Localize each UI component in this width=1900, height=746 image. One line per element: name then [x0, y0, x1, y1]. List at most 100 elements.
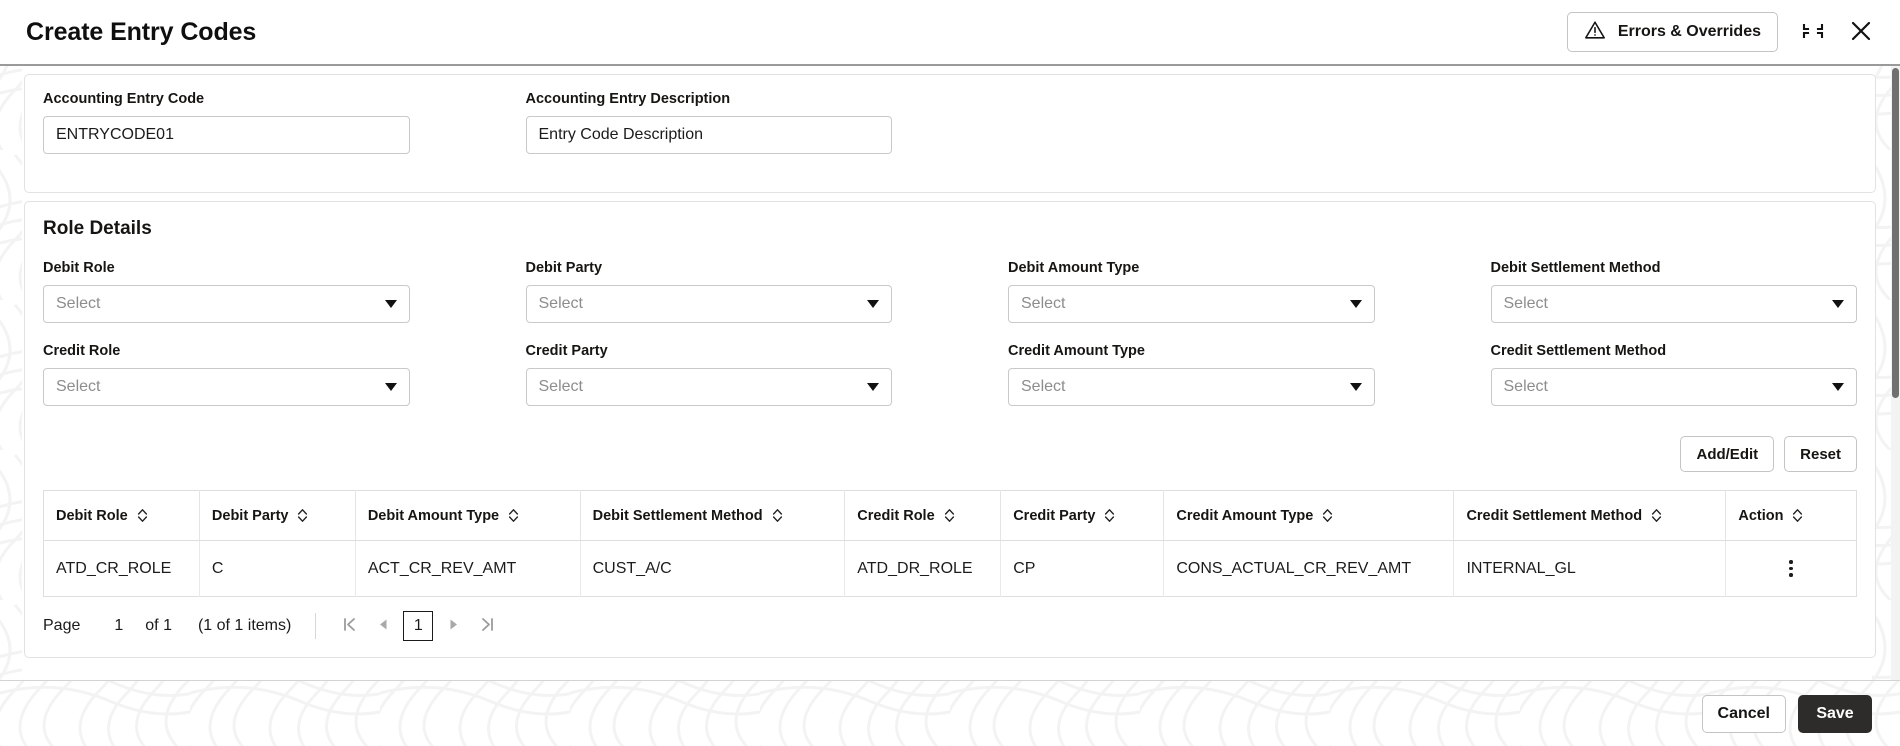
role-details-table-wrap: Debit Role Debit Party	[25, 490, 1875, 597]
next-page-button[interactable]	[436, 611, 470, 641]
sort-icon[interactable]	[1322, 508, 1333, 523]
cell-credit-party: CP	[1001, 541, 1164, 597]
save-button[interactable]: Save	[1798, 695, 1872, 733]
credit-party-select[interactable]: Select	[526, 368, 893, 406]
form-body: Accounting Entry Code ENTRYCODE01 Accoun…	[0, 66, 1900, 680]
cell-debit-amount-type: ACT_CR_REV_AMT	[355, 541, 580, 597]
chevron-down-icon	[385, 383, 397, 391]
debit-amount-type-value: Select	[1021, 295, 1065, 313]
chevron-down-icon	[867, 383, 879, 391]
column-label: Debit Role	[56, 508, 128, 524]
window-footer: Cancel Save	[0, 680, 1900, 746]
sort-icon[interactable]	[772, 508, 783, 523]
chevron-down-icon	[385, 300, 397, 308]
debit-role-select[interactable]: Select	[43, 285, 410, 323]
debit-settlement-method-field: Debit Settlement Method Select	[1491, 260, 1858, 323]
column-header-credit-amount-type[interactable]: Credit Amount Type	[1164, 491, 1454, 541]
debit-role-label: Debit Role	[43, 260, 410, 276]
vertical-scrollbar[interactable]	[1891, 66, 1900, 680]
collapse-icon	[1800, 18, 1826, 47]
current-page-button[interactable]: 1	[403, 611, 433, 641]
first-page-button[interactable]	[332, 611, 366, 641]
kebab-menu-icon[interactable]	[1782, 560, 1800, 577]
accounting-entry-description-field: Accounting Entry Description Entry Code …	[526, 91, 893, 154]
sort-icon[interactable]	[1651, 508, 1662, 523]
sort-icon[interactable]	[1104, 508, 1115, 523]
credit-party-label: Credit Party	[526, 343, 893, 359]
debit-party-field: Debit Party Select	[526, 260, 893, 323]
next-page-icon	[446, 617, 461, 635]
credit-amount-type-field: Credit Amount Type Select	[1008, 343, 1375, 406]
create-entry-codes-screen: Create Entry Codes Errors & Overrides	[0, 0, 1900, 746]
debit-party-select[interactable]: Select	[526, 285, 893, 323]
column-header-action[interactable]: Action	[1726, 491, 1857, 541]
column-label: Credit Party	[1013, 508, 1095, 524]
chevron-down-icon	[1350, 383, 1362, 391]
credit-amount-type-label: Credit Amount Type	[1008, 343, 1375, 359]
column-header-debit-settlement-method[interactable]: Debit Settlement Method	[580, 491, 845, 541]
chevron-down-icon	[1832, 383, 1844, 391]
debit-settlement-method-label: Debit Settlement Method	[1491, 260, 1858, 276]
debit-amount-type-label: Debit Amount Type	[1008, 260, 1375, 276]
debit-amount-type-field: Debit Amount Type Select	[1008, 260, 1375, 323]
add-edit-button[interactable]: Add/Edit	[1680, 436, 1774, 472]
column-header-credit-settlement-method[interactable]: Credit Settlement Method	[1454, 491, 1726, 541]
debit-party-value: Select	[539, 295, 583, 313]
column-header-debit-role[interactable]: Debit Role	[44, 491, 200, 541]
column-header-debit-party[interactable]: Debit Party	[199, 491, 355, 541]
accounting-entry-code-field: Accounting Entry Code ENTRYCODE01	[43, 91, 410, 154]
debit-settlement-method-select[interactable]: Select	[1491, 285, 1858, 323]
column-label: Credit Role	[857, 508, 934, 524]
debit-amount-type-select[interactable]: Select	[1008, 285, 1375, 323]
errors-and-overrides-label: Errors & Overrides	[1618, 23, 1761, 41]
header-actions: Errors & Overrides	[1567, 12, 1874, 52]
window-header: Create Entry Codes Errors & Overrides	[0, 0, 1900, 66]
column-header-debit-amount-type[interactable]: Debit Amount Type	[355, 491, 580, 541]
reset-button[interactable]: Reset	[1784, 436, 1857, 472]
warning-triangle-icon	[1584, 19, 1606, 46]
sort-icon[interactable]	[137, 508, 148, 523]
credit-amount-type-select[interactable]: Select	[1008, 368, 1375, 406]
column-header-credit-party[interactable]: Credit Party	[1001, 491, 1164, 541]
pagination-divider	[315, 613, 316, 639]
previous-page-button[interactable]	[366, 611, 400, 641]
collapse-button[interactable]	[1800, 18, 1826, 47]
column-label: Credit Amount Type	[1176, 508, 1313, 524]
cell-debit-settlement-method: CUST_A/C	[580, 541, 845, 597]
last-page-icon	[479, 616, 496, 636]
credit-role-value: Select	[56, 378, 100, 396]
credit-settlement-method-select[interactable]: Select	[1491, 368, 1858, 406]
cell-credit-role: ATD_DR_ROLE	[845, 541, 1001, 597]
role-details-table: Debit Role Debit Party	[43, 490, 1857, 597]
close-button[interactable]	[1848, 18, 1874, 47]
sort-icon[interactable]	[297, 508, 308, 523]
debit-role-value: Select	[56, 295, 100, 313]
cell-debit-party: C	[199, 541, 355, 597]
accounting-entry-code-label: Accounting Entry Code	[43, 91, 410, 107]
close-icon	[1848, 18, 1874, 47]
page-number: 1	[114, 617, 123, 635]
cancel-button[interactable]: Cancel	[1702, 695, 1786, 733]
sort-icon[interactable]	[1792, 508, 1803, 523]
chevron-down-icon	[867, 300, 879, 308]
last-page-button[interactable]	[470, 611, 504, 641]
role-details-title: Role Details	[25, 202, 1875, 244]
scrollbar-thumb[interactable]	[1892, 68, 1899, 398]
credit-settlement-method-value: Select	[1504, 378, 1548, 396]
table-row[interactable]: ATD_CR_ROLE C ACT_CR_REV_AMT CUST_A/C AT…	[44, 541, 1857, 597]
accounting-entry-description-input[interactable]: Entry Code Description	[526, 116, 893, 154]
column-label: Credit Settlement Method	[1466, 508, 1642, 524]
column-label: Action	[1738, 508, 1783, 524]
column-label: Debit Party	[212, 508, 289, 524]
page-title: Create Entry Codes	[26, 18, 256, 47]
credit-role-select[interactable]: Select	[43, 368, 410, 406]
errors-and-overrides-button[interactable]: Errors & Overrides	[1567, 12, 1778, 52]
chevron-down-icon	[1832, 300, 1844, 308]
credit-settlement-method-field: Credit Settlement Method Select	[1491, 343, 1858, 406]
sort-icon[interactable]	[508, 508, 519, 523]
column-header-credit-role[interactable]: Credit Role	[845, 491, 1001, 541]
debit-settlement-method-value: Select	[1504, 295, 1548, 313]
sort-icon[interactable]	[944, 508, 955, 523]
accounting-entry-code-input[interactable]: ENTRYCODE01	[43, 116, 410, 154]
credit-amount-type-value: Select	[1021, 378, 1065, 396]
